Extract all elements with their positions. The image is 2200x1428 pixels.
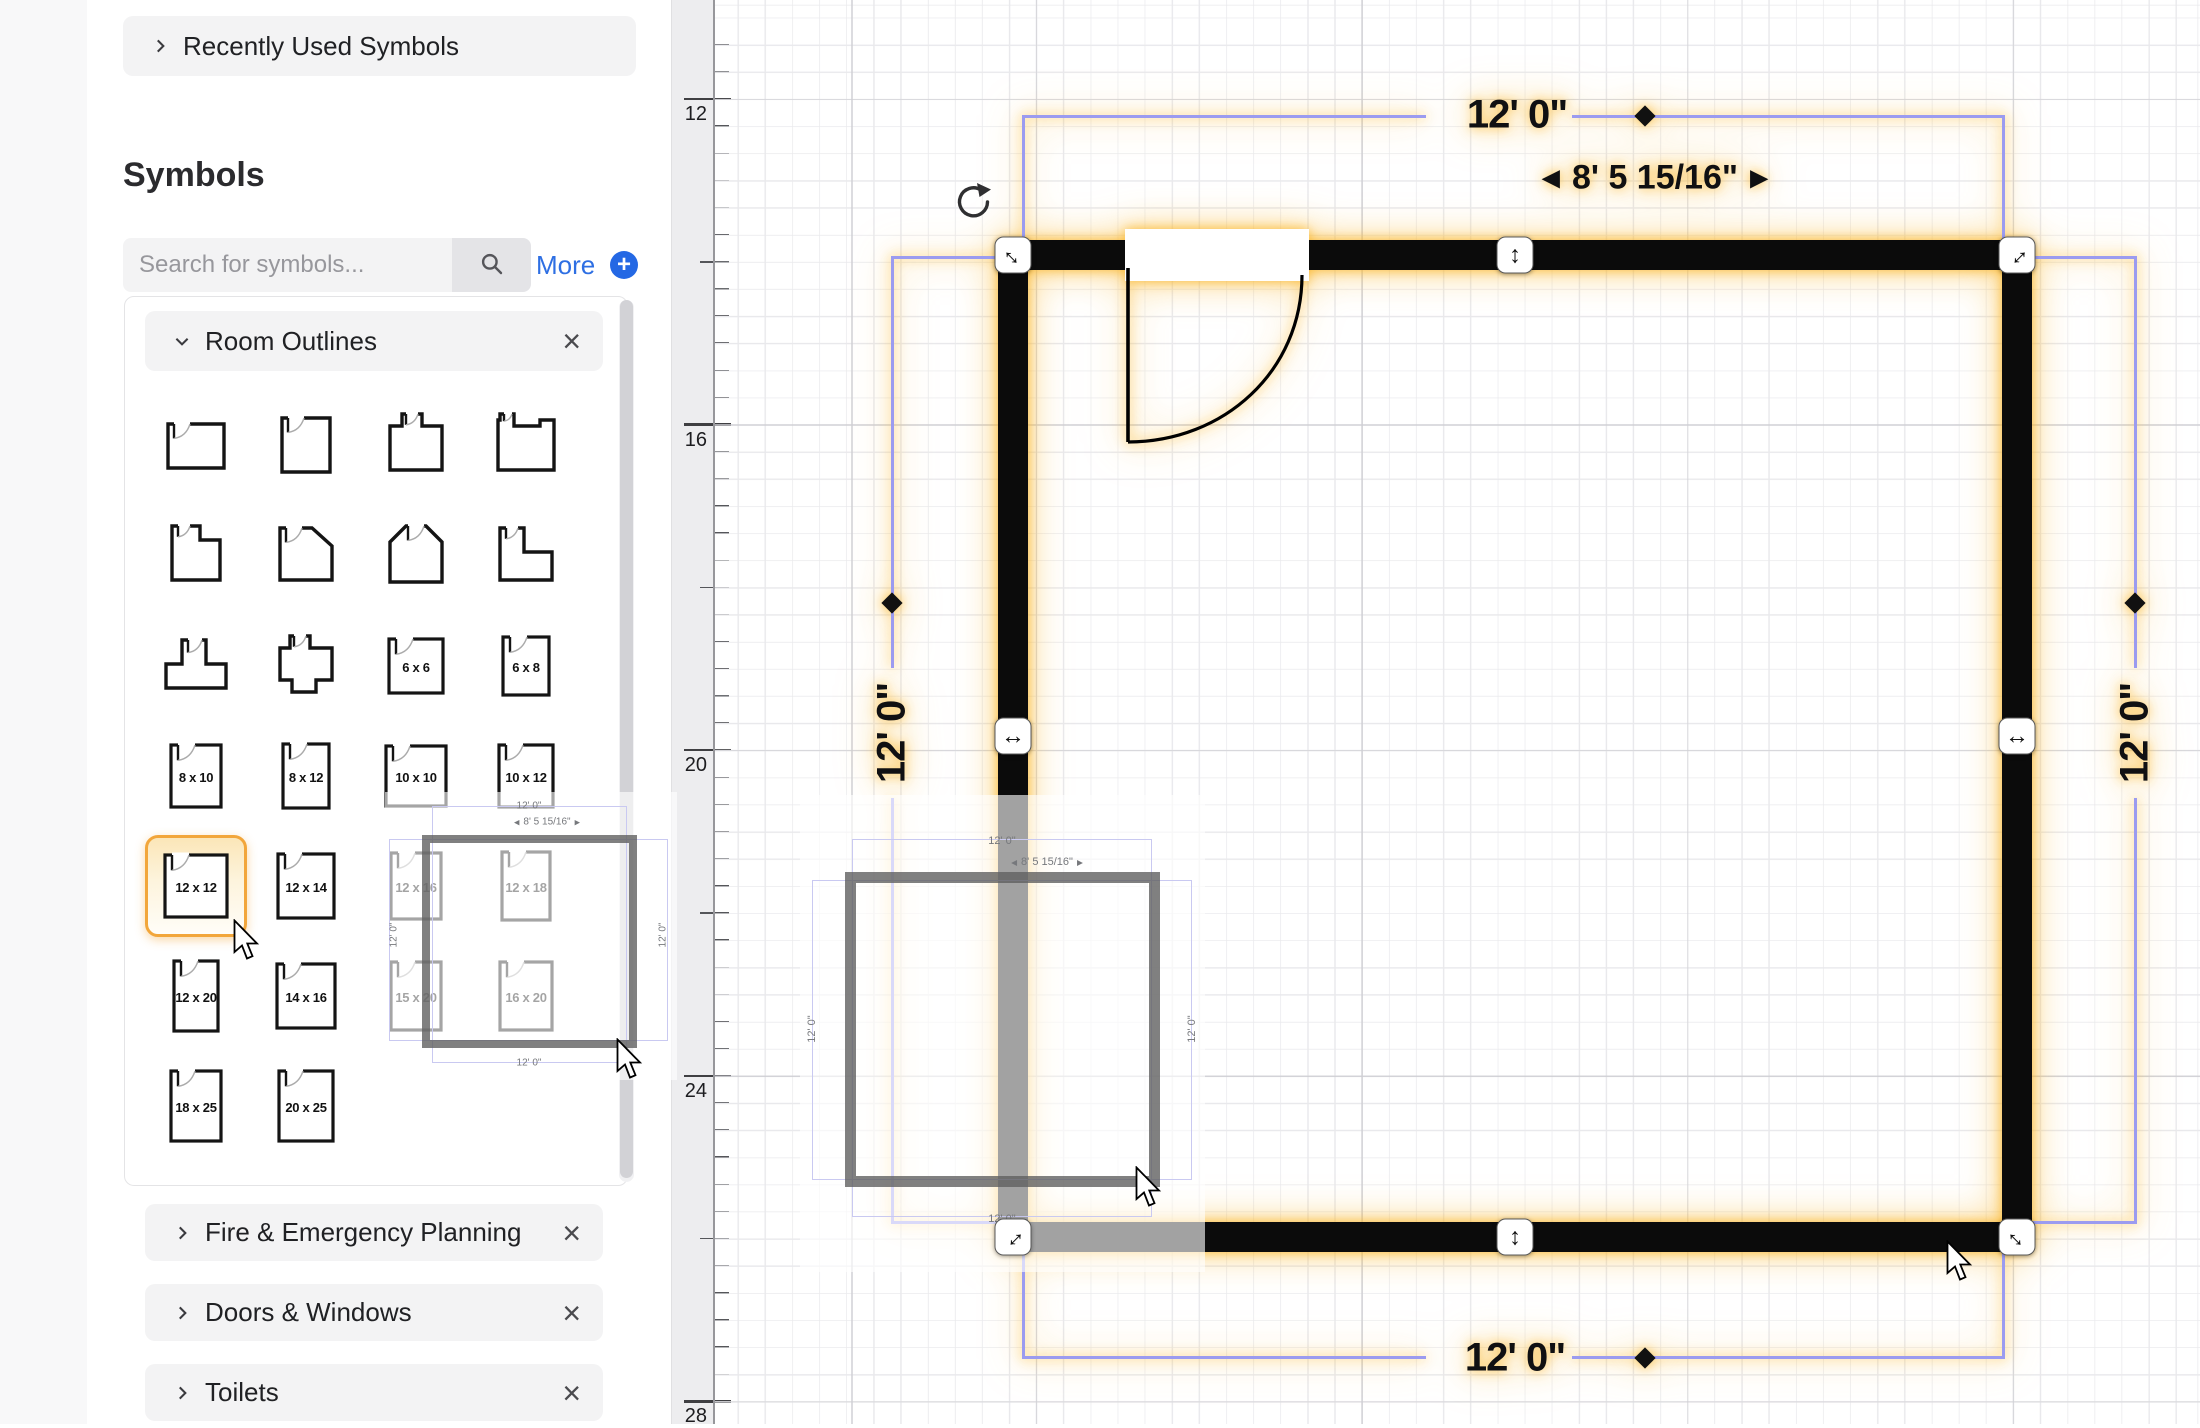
svg-text:10 x 12: 10 x 12: [505, 770, 546, 785]
close-icon[interactable]: ×: [562, 1297, 581, 1329]
arrow-right-icon: ▶: [575, 818, 580, 826]
recently-used-symbols-section[interactable]: Recently Used Symbols: [123, 16, 636, 76]
symbol-notch-top[interactable]: [484, 404, 568, 488]
svg-text:6 x 6: 6 x 6: [402, 660, 429, 675]
svg-text:20 x 25: 20 x 25: [285, 1100, 326, 1115]
plus-circle-icon[interactable]: +: [610, 251, 638, 279]
ghost-height-label: 12' 0": [658, 923, 669, 948]
ruler-label: 12: [673, 103, 707, 126]
symbol-12x12[interactable]: 12 x 12: [154, 844, 238, 928]
ghost-width-label: 12' 0": [517, 1058, 542, 1069]
resize-handle-bottom-left[interactable]: ↔: [995, 1219, 1032, 1256]
svg-text:6 x 8: 6 x 8: [512, 660, 539, 675]
ghost-door-label: ◀ 8' 5 15/16" ▶: [1011, 856, 1083, 868]
ghost-door-label: ◀ 8' 5 15/16" ▶: [514, 817, 580, 828]
close-icon[interactable]: ×: [562, 325, 581, 357]
symbol-cross[interactable]: [264, 624, 348, 708]
ruler-label: 16: [673, 429, 707, 452]
symbol-6x8[interactable]: 6 x 8: [484, 624, 568, 708]
svg-text:12 x 12: 12 x 12: [175, 880, 216, 895]
svg-text:10 x 10: 10 x 10: [395, 770, 436, 785]
chevron-right-icon: [173, 1224, 191, 1242]
symbol-l-shape[interactable]: [484, 514, 568, 598]
magnifier-icon: [480, 252, 504, 279]
ruler-label: 20: [673, 754, 707, 777]
ruler-label: 24: [673, 1080, 707, 1103]
symbols-heading: Symbols: [123, 156, 265, 195]
arrow-left-icon: ◀: [1011, 858, 1017, 867]
symbol-14x16[interactable]: 14 x 16: [264, 954, 348, 1038]
svg-text:18 x 25: 18 x 25: [175, 1100, 216, 1115]
section-fire-emergency[interactable]: Fire & Emergency Planning ×: [145, 1204, 603, 1261]
mouse-cursor: [233, 919, 261, 961]
vertical-ruler: 1216202428: [671, 0, 714, 1424]
more-link[interactable]: More: [536, 250, 595, 281]
section-toilets-label: Toilets: [205, 1377, 279, 1408]
section-doors-windows[interactable]: Doors & Windows ×: [145, 1284, 603, 1341]
drag-ghost-room-small[interactable]: [422, 835, 637, 1048]
close-icon[interactable]: ×: [562, 1377, 581, 1409]
svg-text:8 x 10: 8 x 10: [179, 770, 213, 785]
symbol-chamfer-tr[interactable]: [264, 514, 348, 598]
symbol-18x25[interactable]: 18 x 25: [154, 1064, 238, 1148]
resize-handle-bottom-right[interactable]: ↔: [1999, 1219, 2036, 1256]
symbol-square[interactable]: [264, 404, 348, 488]
ghost-width-label: 12' 0": [517, 801, 542, 812]
resize-handle-right-middle[interactable]: ↔: [1999, 718, 2036, 755]
mouse-cursor: [1946, 1240, 1974, 1282]
resize-handle-top-right[interactable]: ↔: [1999, 237, 2036, 274]
chevron-right-icon: [173, 1304, 191, 1322]
search-button[interactable]: [452, 238, 531, 292]
ruler-edge: [713, 0, 715, 1424]
drag-ghost-room-big[interactable]: [845, 872, 1160, 1187]
symbol-t-shape[interactable]: [154, 624, 238, 708]
svg-text:8 x 12: 8 x 12: [289, 770, 323, 785]
section-toilets[interactable]: Toilets ×: [145, 1364, 603, 1421]
resize-handle-top-left[interactable]: ↔: [995, 237, 1032, 274]
symbol-rect-wide[interactable]: [154, 404, 238, 488]
symbol-8x10[interactable]: 8 x 10: [154, 734, 238, 818]
ghost-height-label: 12' 0": [806, 1015, 818, 1042]
symbol-20x25[interactable]: 20 x 25: [264, 1064, 348, 1148]
left-rail: [0, 0, 87, 1424]
ghost-height-label: 12' 0": [389, 923, 400, 948]
chevron-down-icon: [173, 332, 191, 350]
svg-text:12 x 14: 12 x 14: [285, 880, 327, 895]
resize-handle-left-middle[interactable]: ↔: [995, 718, 1032, 755]
resize-handle-bottom-middle[interactable]: ↕: [1497, 1219, 1534, 1256]
ruler-label: 28: [673, 1405, 707, 1428]
svg-text:12 x 20: 12 x 20: [175, 990, 216, 1005]
symbol-chamfer-both[interactable]: [374, 514, 458, 598]
arrow-right-icon: ▶: [1077, 858, 1083, 867]
close-icon[interactable]: ×: [562, 1217, 581, 1249]
section-room-outlines-label: Room Outlines: [205, 326, 377, 357]
symbol-8x12[interactable]: 8 x 12: [264, 734, 348, 818]
symbol-step-right[interactable]: [154, 514, 238, 598]
mouse-cursor: [1135, 1166, 1163, 1208]
svg-text:14 x 16: 14 x 16: [285, 990, 326, 1005]
section-fire-emergency-label: Fire & Emergency Planning: [205, 1217, 521, 1248]
symbol-tab-top[interactable]: [374, 404, 458, 488]
chevron-right-icon: [173, 1384, 191, 1402]
symbol-6x6[interactable]: 6 x 6: [374, 624, 458, 708]
search-input[interactable]: [123, 238, 452, 292]
section-doors-windows-label: Doors & Windows: [205, 1297, 412, 1328]
ghost-height-label: 12' 0": [1186, 1015, 1198, 1042]
recently-used-symbols-label: Recently Used Symbols: [183, 31, 459, 62]
symbol-12x14[interactable]: 12 x 14: [264, 844, 348, 928]
section-room-outlines[interactable]: Room Outlines ×: [145, 311, 603, 371]
ghost-width-label: 12' 0": [988, 835, 1015, 847]
arrow-left-icon: ◀: [514, 818, 519, 826]
chevron-right-icon: [151, 37, 169, 55]
resize-handle-top-middle[interactable]: ↕: [1497, 237, 1534, 274]
mouse-cursor: [616, 1038, 644, 1080]
symbol-12x20[interactable]: 12 x 20: [154, 954, 238, 1038]
rotate-handle-icon[interactable]: [950, 182, 994, 226]
